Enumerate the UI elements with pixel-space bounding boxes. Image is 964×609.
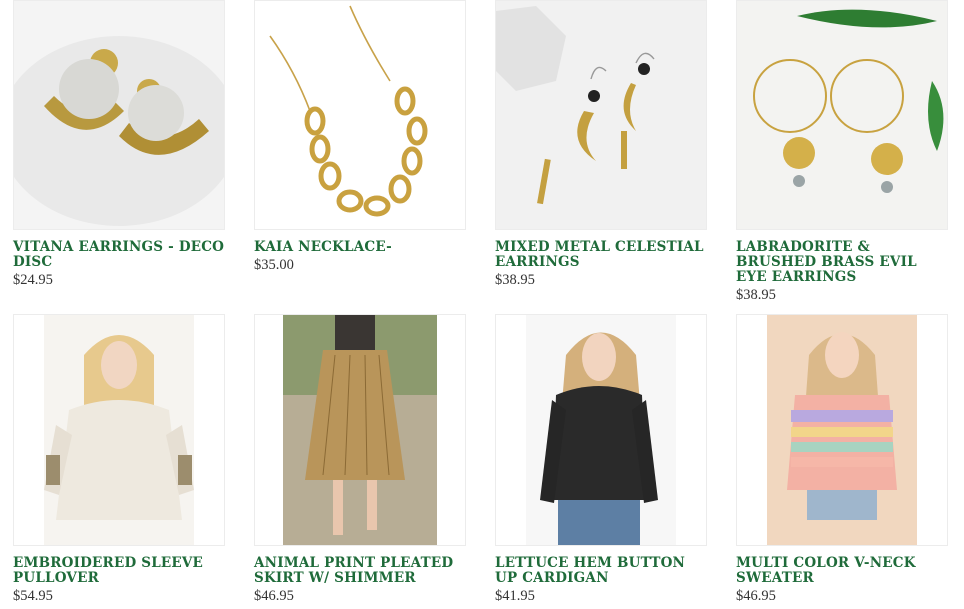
product-image-link[interactable] bbox=[13, 314, 225, 546]
product-grid: VITANA EARRINGS - DECO DISC $24.95 KAIA … bbox=[0, 0, 964, 609]
moon-star-earrings-image bbox=[496, 1, 706, 229]
product-title-link[interactable]: LETTUCE HEM BUTTON UP CARDIGAN bbox=[495, 556, 707, 586]
product-price: $46.95 bbox=[736, 588, 776, 604]
product-card: VITANA EARRINGS - DECO DISC $24.95 bbox=[13, 0, 225, 289]
product-card: LETTUCE HEM BUTTON UP CARDIGAN $41.95 bbox=[495, 314, 707, 605]
cream-pullover-model-image bbox=[14, 315, 224, 545]
product-card: KAIA NECKLACE- $35.00 bbox=[254, 0, 466, 274]
product-price: $24.95 bbox=[13, 272, 53, 288]
product-title-link[interactable]: MIXED METAL CELESTIAL EARRINGS bbox=[495, 240, 707, 270]
product-title-link[interactable]: KAIA NECKLACE- bbox=[254, 240, 466, 255]
hoop-sunburst-earrings-image bbox=[737, 1, 947, 229]
product-image-link[interactable] bbox=[736, 314, 948, 546]
product-price: $38.95 bbox=[495, 272, 535, 288]
product-title-link[interactable]: EMBROIDERED SLEEVE PULLOVER bbox=[13, 556, 225, 586]
product-price: $41.95 bbox=[495, 588, 535, 604]
product-card: EMBROIDERED SLEEVE PULLOVER $54.95 bbox=[13, 314, 225, 605]
product-image-link[interactable] bbox=[254, 0, 466, 230]
product-title-link[interactable]: ANIMAL PRINT PLEATED SKIRT W/ SHIMMER bbox=[254, 556, 466, 586]
black-cardigan-model-image bbox=[496, 315, 706, 545]
product-price: $35.00 bbox=[254, 257, 294, 273]
product-card: MULTI COLOR V-NECK SWEATER $46.95 bbox=[736, 314, 948, 605]
product-image-link[interactable] bbox=[495, 314, 707, 546]
product-card: MIXED METAL CELESTIAL EARRINGS $38.95 bbox=[495, 0, 707, 289]
product-title-link[interactable]: MULTI COLOR V-NECK SWEATER bbox=[736, 556, 948, 586]
pleated-skirt-model-image bbox=[255, 315, 465, 545]
product-image-link[interactable] bbox=[254, 314, 466, 546]
product-title-link[interactable]: LABRADORITE & BRUSHED BRASS EVIL EYE EAR… bbox=[736, 240, 948, 285]
product-title-link[interactable]: VITANA EARRINGS - DECO DISC bbox=[13, 240, 225, 270]
product-price: $46.95 bbox=[254, 588, 294, 604]
product-image-link[interactable] bbox=[13, 0, 225, 230]
product-price: $54.95 bbox=[13, 588, 53, 604]
hammered-disc-earrings-image bbox=[14, 1, 224, 229]
product-card: ANIMAL PRINT PLEATED SKIRT W/ SHIMMER $4… bbox=[254, 314, 466, 605]
striped-sweater-model-image bbox=[737, 315, 947, 545]
product-image-link[interactable] bbox=[736, 0, 948, 230]
product-image-link[interactable] bbox=[495, 0, 707, 230]
product-price: $38.95 bbox=[736, 287, 776, 303]
product-card: LABRADORITE & BRUSHED BRASS EVIL EYE EAR… bbox=[736, 0, 948, 304]
gold-chain-necklace-image bbox=[255, 1, 465, 229]
